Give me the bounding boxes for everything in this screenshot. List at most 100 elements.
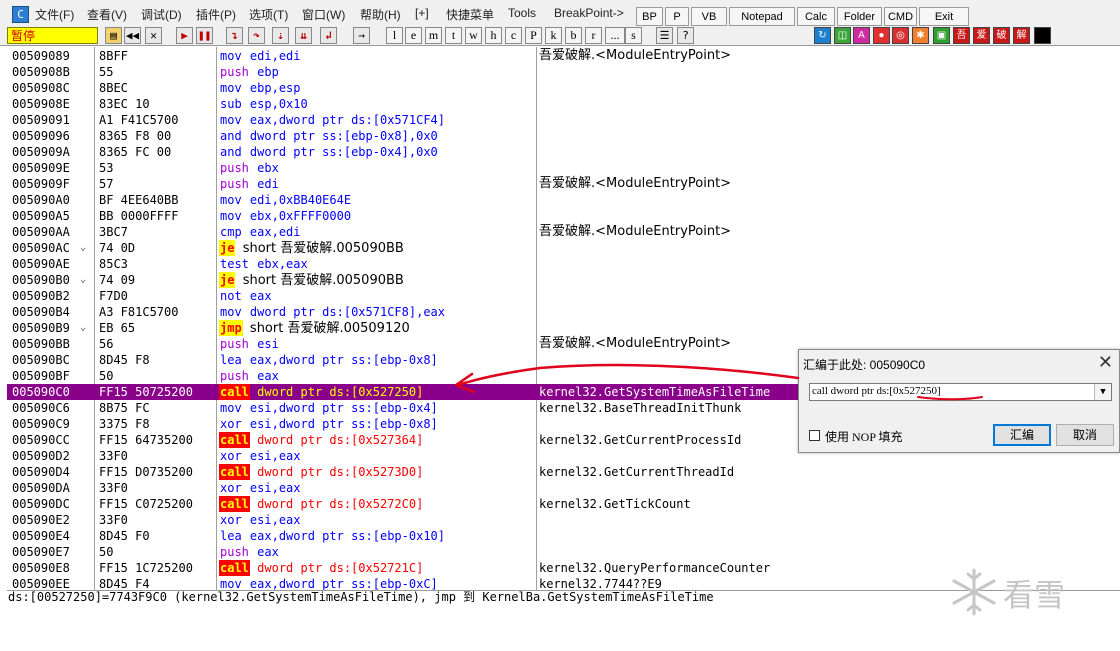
- windows-button[interactable]: w: [465, 27, 482, 44]
- menu-tools[interactable]: Tools: [508, 6, 536, 20]
- p-button[interactable]: P: [665, 7, 689, 26]
- po-button[interactable]: 破: [993, 27, 1010, 44]
- disasm-row[interactable]: 00509091 A1 F41C5700 mov eax,dword ptr ds:…: [7, 112, 1120, 128]
- breakpoints-button[interactable]: b: [565, 27, 582, 44]
- call-stack-button[interactable]: k: [545, 27, 562, 44]
- goto-icon[interactable]: →: [353, 27, 370, 44]
- trace-into-icon[interactable]: ⇣: [272, 27, 289, 44]
- menu-plugins[interactable]: 插件(P): [196, 6, 236, 23]
- pause-icon[interactable]: ❚❚: [196, 27, 213, 44]
- list-icon[interactable]: ☰: [656, 27, 673, 44]
- disasm-row[interactable]: 005090A5 BB 0000FFFF mov ebx,0xFFFF0000: [7, 208, 1120, 224]
- a-icon[interactable]: A: [853, 27, 870, 44]
- disasm-row[interactable]: 00509089 8BFF mov edi,edi 吾爱破解.<ModuleEntry…: [7, 48, 1120, 64]
- disassembly-pane[interactable]: 00509089 8BFF mov edi,edi 吾爱破解.<ModuleEntry…: [7, 47, 1120, 590]
- disasm-row[interactable]: 005090B0 ⌄ 74 09 je short 吾爱破解.005090BB: [7, 272, 1120, 288]
- patches-button[interactable]: P: [525, 27, 542, 44]
- disasm-row[interactable]: 005090B2 F7D0 not eax: [7, 288, 1120, 304]
- disasm-row[interactable]: 005090AC ⌄ 74 0D je short 吾爱破解.005090BB: [7, 240, 1120, 256]
- app-icon[interactable]: C: [12, 6, 29, 23]
- exit-button[interactable]: Exit: [919, 7, 969, 26]
- nop-fill-checkbox[interactable]: [809, 430, 820, 441]
- help-icon[interactable]: ?: [677, 27, 694, 44]
- handles-button[interactable]: h: [485, 27, 502, 44]
- wu-button[interactable]: 吾: [953, 27, 970, 44]
- refresh-icon[interactable]: ↻: [814, 27, 831, 44]
- disasm-row[interactable]: 0050908C 8BEC mov ebp,esp: [7, 80, 1120, 96]
- disasm-row[interactable]: 005090DC FF15 C0725200 call dword ptr ds:[…: [7, 496, 1120, 512]
- vb-button[interactable]: VB: [691, 7, 727, 26]
- record-icon[interactable]: ●: [873, 27, 890, 44]
- disasm-row[interactable]: 005090AA 3BC7 cmp eax,edi 吾爱破解.<ModuleEntry…: [7, 224, 1120, 240]
- row-address: 005090B0: [12, 273, 70, 287]
- disasm-row[interactable]: 0050908E 83EC 10 sub esp,0x10: [7, 96, 1120, 112]
- disasm-row[interactable]: 0050909A 8365 FC 00 and dword ptr ss:[ebp-…: [7, 144, 1120, 160]
- execute-till-return-icon[interactable]: ↲: [320, 27, 337, 44]
- calc-button[interactable]: Calc: [797, 7, 835, 26]
- menu-shortcuts[interactable]: 快捷菜单: [446, 6, 494, 23]
- disasm-row[interactable]: 00509096 8365 F8 00 and dword ptr ss:[ebp-…: [7, 128, 1120, 144]
- ai-button[interactable]: 爱: [973, 27, 990, 44]
- trace-over-icon[interactable]: ⇊: [295, 27, 312, 44]
- close-icon[interactable]: ✕: [1098, 352, 1113, 373]
- chevron-down-icon[interactable]: ▼: [1094, 384, 1111, 400]
- row-address: 00509091: [12, 113, 70, 127]
- log-window-button[interactable]: l: [386, 27, 403, 44]
- row-mnemonic: mov: [220, 113, 242, 127]
- disasm-row[interactable]: 005090A0 BF 4EE640BB mov edi,0xBB40E64E: [7, 192, 1120, 208]
- assemble-button[interactable]: 汇编: [993, 424, 1051, 446]
- settings-icon[interactable]: ✱: [912, 27, 929, 44]
- row-operands: eax: [257, 545, 279, 559]
- executable-modules-button[interactable]: e: [405, 27, 422, 44]
- row-mnemonic: xor: [220, 481, 242, 495]
- row-mnemonic: cmp: [220, 225, 242, 239]
- step-into-icon[interactable]: ↴: [226, 27, 243, 44]
- menu-window[interactable]: 窗口(W): [302, 6, 345, 23]
- menu-breakpoint[interactable]: BreakPoint->: [554, 6, 624, 20]
- source-button[interactable]: s: [625, 27, 642, 44]
- menu-plus[interactable]: [+]: [415, 6, 429, 20]
- cancel-button[interactable]: 取消: [1056, 424, 1114, 446]
- threads-button[interactable]: t: [445, 27, 462, 44]
- row-mnemonic: jmp: [219, 320, 243, 336]
- menu-options[interactable]: 选项(T): [249, 6, 288, 23]
- notepad-button[interactable]: Notepad: [729, 7, 795, 26]
- disasm-row[interactable]: 0050909F 57 push edi 吾爱破解.<ModuleEntryPoint…: [7, 176, 1120, 192]
- assemble-input-value[interactable]: call dword ptr ds:[0x527250]: [812, 385, 941, 397]
- menu-help[interactable]: 帮助(H): [360, 6, 401, 23]
- disasm-row[interactable]: 005090D4 FF15 D0735200 call dword ptr ds:[…: [7, 464, 1120, 480]
- cpu-button[interactable]: c: [505, 27, 522, 44]
- assemble-input[interactable]: call dword ptr ds:[0x527250] ▼: [809, 383, 1112, 401]
- window-icon[interactable]: ▣: [933, 27, 950, 44]
- plugin-icon[interactable]: ◫: [834, 27, 851, 44]
- memory-map-button[interactable]: m: [425, 27, 442, 44]
- open-icon[interactable]: ▤: [105, 27, 122, 44]
- disasm-row[interactable]: 005090E4 8D45 F0 lea eax,dword ptr ss:[ebp…: [7, 528, 1120, 544]
- target-icon[interactable]: ◎: [892, 27, 909, 44]
- jie-button[interactable]: 解: [1013, 27, 1030, 44]
- disasm-row[interactable]: 005090E7 50 push eax: [7, 544, 1120, 560]
- row-hex: 85C3: [99, 257, 128, 271]
- black-icon[interactable]: [1034, 27, 1051, 44]
- disasm-row[interactable]: 005090DA 33F0 xor esi,eax: [7, 480, 1120, 496]
- disasm-row[interactable]: 005090B4 A3 F81C5700 mov dword ptr ds:[0x5…: [7, 304, 1120, 320]
- menu-file[interactable]: 文件(F): [35, 6, 74, 23]
- menu-debug[interactable]: 调试(D): [141, 6, 182, 23]
- cmd-button[interactable]: CMD: [884, 7, 917, 26]
- folder-button[interactable]: Folder: [837, 7, 882, 26]
- bp-button[interactable]: BP: [636, 7, 663, 26]
- restart-icon[interactable]: ◀◀: [124, 27, 141, 44]
- references-button[interactable]: r: [585, 27, 602, 44]
- row-disasm: and dword ptr ss:[ebp-0x4],0x0: [219, 144, 438, 160]
- disasm-row[interactable]: 005090E2 33F0 xor esi,eax: [7, 512, 1120, 528]
- disasm-row[interactable]: 0050908B 55 push ebp: [7, 64, 1120, 80]
- run-icon[interactable]: ▶: [176, 27, 193, 44]
- step-over-icon[interactable]: ↷: [248, 27, 265, 44]
- disasm-row[interactable]: 005090AE 85C3 test ebx,eax: [7, 256, 1120, 272]
- row-operands: eax,dword ptr ss:[ebp-0x10]: [249, 529, 445, 543]
- disasm-row[interactable]: 005090B9 ⌄ EB 65 jmp short 吾爱破解.00509120: [7, 320, 1120, 336]
- menu-view[interactable]: 查看(V): [87, 6, 127, 23]
- disasm-row[interactable]: 0050909E 53 push ebx: [7, 160, 1120, 176]
- close-icon[interactable]: ✕: [145, 27, 162, 44]
- run-trace-button[interactable]: ...: [605, 27, 625, 44]
